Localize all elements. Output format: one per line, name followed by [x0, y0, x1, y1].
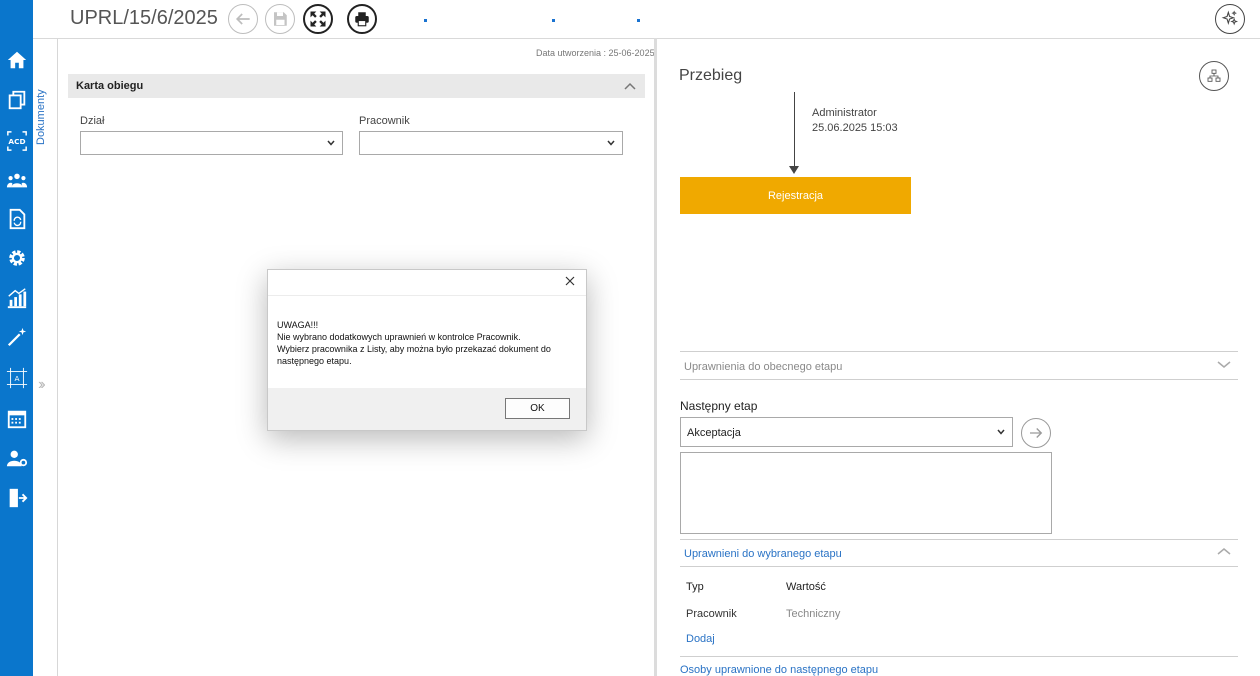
- calendar-icon[interactable]: [4, 407, 29, 431]
- toolbar-separator-dot: [424, 19, 427, 22]
- documents-icon[interactable]: [4, 88, 29, 112]
- printer-icon: [355, 12, 369, 27]
- divider: [680, 351, 1238, 352]
- panel-splitter[interactable]: [654, 38, 657, 676]
- hierarchy-icon: [1207, 69, 1221, 82]
- flow-arrow-icon: [789, 166, 799, 174]
- next-stage-select[interactable]: Akceptacja: [680, 417, 1013, 447]
- users-icon[interactable]: [4, 168, 29, 192]
- selected-stage-permissions-toggle[interactable]: Uprawnieni do wybranego etapu: [684, 548, 842, 560]
- documents-tab-label[interactable]: Dokumenty: [35, 82, 55, 152]
- expand-arrows-icon: [310, 11, 326, 27]
- table-row-value: Techniczny: [786, 608, 841, 620]
- creation-date: Data utworzenia : 25-06-2025: [536, 48, 655, 58]
- pracownik-select[interactable]: [359, 131, 623, 155]
- arrow-right-icon: [1030, 428, 1043, 438]
- ai-assistant-button[interactable]: [1215, 4, 1245, 34]
- current-stage-permissions-toggle[interactable]: Uprawnienia do obecnego etapu: [684, 361, 842, 373]
- wand-icon[interactable]: [4, 325, 29, 349]
- chevron-down-icon: [997, 429, 1005, 435]
- document-refresh-icon[interactable]: [4, 207, 29, 231]
- section-title: Karta obiegu: [76, 80, 144, 92]
- add-permission-link[interactable]: Dodaj: [686, 633, 715, 645]
- send-to-next-stage-button[interactable]: [1021, 418, 1051, 448]
- chevron-down-icon: [327, 140, 335, 146]
- analytics-icon[interactable]: [4, 286, 29, 310]
- divider: [680, 566, 1238, 567]
- dialog-footer: OK: [268, 388, 586, 430]
- dialog-message-line: UWAGA!!!: [277, 320, 319, 330]
- chevron-up-icon[interactable]: [1216, 546, 1232, 556]
- user-settings-icon[interactable]: [4, 446, 29, 470]
- floppy-disk-icon: [274, 12, 287, 26]
- warning-dialog: UWAGA!!! Nie wybrano dodatkowych uprawni…: [267, 269, 587, 431]
- close-icon[interactable]: [563, 274, 577, 288]
- expand-panel-chevron-icon[interactable]: ››: [38, 376, 45, 394]
- main-nav-rail: ACD A: [0, 0, 33, 676]
- gear-icon[interactable]: [4, 246, 29, 270]
- next-stage-persons-toggle[interactable]: Osoby uprawnione do następnego etapu: [680, 664, 878, 676]
- home-icon[interactable]: [4, 48, 29, 72]
- divider: [680, 379, 1238, 380]
- flow-user: Administrator: [812, 107, 877, 119]
- chevron-up-icon[interactable]: [623, 79, 637, 93]
- dzial-select[interactable]: [80, 131, 343, 155]
- dialog-message: UWAGA!!! Nie wybrano dodatkowych uprawni…: [277, 319, 577, 367]
- dialog-titlebar: [268, 270, 586, 295]
- print-button[interactable]: [347, 4, 377, 34]
- column-header-value: Wartość: [786, 581, 826, 593]
- stage-comment-textarea[interactable]: [680, 452, 1052, 534]
- svg-text:ACD: ACD: [8, 137, 25, 146]
- table-row-type: Pracownik: [686, 608, 737, 620]
- save-button[interactable]: [265, 4, 295, 34]
- stage-rejestracja[interactable]: Rejestracja: [680, 177, 911, 214]
- przebieg-title: Przebieg: [679, 67, 743, 84]
- flow-connector-line: [794, 92, 795, 170]
- chevron-down-icon[interactable]: [1216, 360, 1232, 370]
- arrow-left-icon: [235, 13, 250, 25]
- layout-icon[interactable]: A: [4, 366, 29, 390]
- flow-date: 25.06.2025 15:03: [812, 122, 898, 134]
- ok-button[interactable]: OK: [505, 398, 570, 419]
- column-header-type: Typ: [686, 581, 704, 593]
- chevron-down-icon: [607, 140, 615, 146]
- documents-side-tab: Dokumenty: [33, 38, 58, 676]
- dialog-message-line: następnego etapu.: [277, 356, 352, 366]
- svg-text:A: A: [14, 374, 19, 383]
- next-stage-label: Następny etap: [680, 399, 758, 413]
- toolbar-separator-dot: [552, 19, 555, 22]
- divider: [680, 656, 1238, 657]
- logout-icon[interactable]: [4, 486, 29, 510]
- pracownik-label: Pracownik: [359, 115, 410, 127]
- dialog-message-line: Nie wybrano dodatkowych uprawnień w kont…: [277, 332, 521, 342]
- dzial-label: Dział: [80, 115, 105, 127]
- document-number-title: UPRL/15/6/2025: [70, 7, 218, 29]
- toolbar-separator-dot: [637, 19, 640, 22]
- fullscreen-button[interactable]: [303, 4, 333, 34]
- dialog-body: UWAGA!!! Nie wybrano dodatkowych uprawni…: [268, 295, 586, 389]
- acd-icon[interactable]: ACD: [4, 129, 29, 153]
- back-button[interactable]: [228, 4, 258, 34]
- divider: [680, 539, 1238, 540]
- sparkles-icon: [1221, 10, 1239, 26]
- dialog-message-line: Wybierz pracownika z Listy, aby można by…: [277, 344, 551, 354]
- workflow-diagram-button[interactable]: [1199, 61, 1229, 91]
- next-stage-select-value: Akceptacja: [687, 427, 741, 439]
- karta-obiegu-section-header[interactable]: Karta obiegu: [68, 74, 645, 98]
